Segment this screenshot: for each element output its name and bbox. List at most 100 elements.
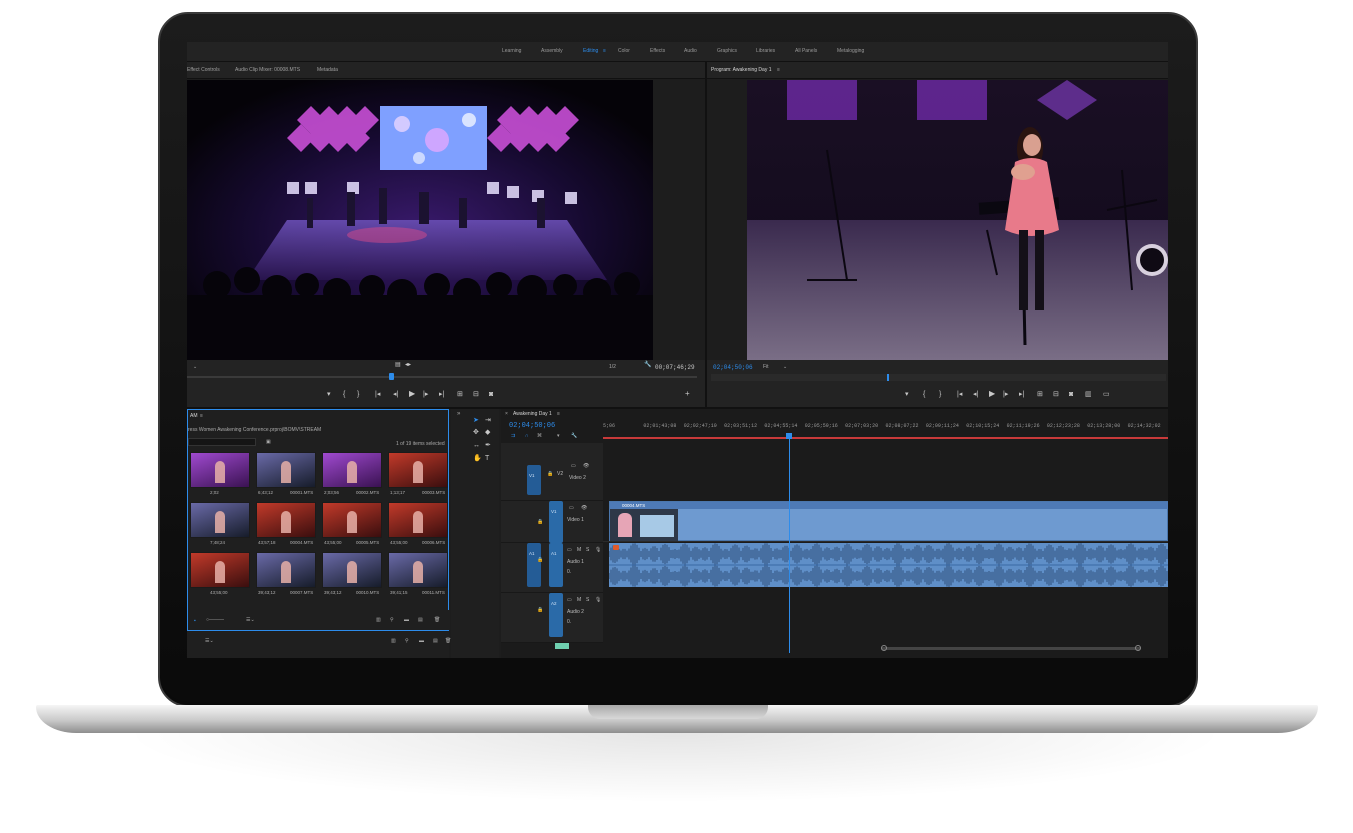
nest-icon[interactable]: ⇉ <box>511 433 515 439</box>
program-go-to-in-icon[interactable]: |◂ <box>957 391 962 398</box>
secondary-bin-icon[interactable]: ▬ <box>419 638 424 644</box>
program-mark-in-icon[interactable]: { <box>923 391 925 398</box>
work-area-bar[interactable] <box>603 437 1168 439</box>
program-marker-icon[interactable]: ▾ <box>905 391 909 398</box>
v1-eye-icon[interactable]: 👁 <box>581 505 587 511</box>
program-scrubber[interactable] <box>711 374 1166 381</box>
automate-icon[interactable]: ▥ <box>376 617 381 623</box>
track-select-tool-icon[interactable]: ⇥ <box>485 417 491 424</box>
program-settings-icon[interactable]: ▭ <box>1103 391 1110 398</box>
workspace-tab-effects[interactable]: Effects <box>650 48 665 54</box>
a2-volume-value[interactable]: 0. <box>567 619 571 625</box>
step-forward-icon[interactable]: |▸ <box>423 391 428 398</box>
play-icon[interactable]: ▶ <box>409 390 415 398</box>
program-monitor-video[interactable] <box>747 80 1168 360</box>
track-target-v1[interactable]: V1 <box>549 501 563 543</box>
v1-lock-icon[interactable]: 🔒 <box>537 519 543 525</box>
list-view-icon[interactable]: ▪ <box>194 618 196 624</box>
project-item-thumbnail[interactable] <box>190 502 250 538</box>
project-item-thumbnail[interactable] <box>322 452 382 488</box>
playhead-handle[interactable] <box>786 433 793 439</box>
lift-icon[interactable]: ⊞ <box>1037 391 1043 398</box>
project-menu-icon[interactable]: ≡ <box>200 413 203 419</box>
add-button-icon[interactable]: + <box>685 390 690 398</box>
workspace-tab-editing[interactable]: Editing <box>583 48 598 54</box>
workspace-tab-color[interactable]: Color <box>618 48 630 54</box>
insert-icon[interactable]: ⊞ <box>457 391 463 398</box>
project-item-thumbnail[interactable] <box>256 552 316 588</box>
timeline-close-icon[interactable]: × <box>505 411 508 417</box>
a2-sync-icon[interactable]: ▭ <box>567 597 572 603</box>
go-to-in-icon[interactable]: |◂ <box>375 391 380 398</box>
workspace-tab-audio[interactable]: Audio <box>684 48 697 54</box>
timeline-playhead[interactable] <box>789 433 791 653</box>
source-playhead[interactable] <box>389 373 394 380</box>
project-panel-title[interactable]: AM <box>190 413 198 419</box>
find-icon[interactable]: ⚲ <box>390 617 394 623</box>
source-settings-icon[interactable]: ▤ <box>395 362 401 368</box>
new-item-icon[interactable]: ▤ <box>418 617 423 623</box>
workspace-tab-metalogging[interactable]: Metalogging <box>837 48 864 54</box>
source-patch-a1[interactable]: A1 <box>527 543 541 587</box>
toggle-sync-icon[interactable]: ▭ <box>571 463 576 469</box>
project-item-thumbnail[interactable] <box>322 502 382 538</box>
workspace-tab-all-panels[interactable]: All Panels <box>795 48 817 54</box>
project-search-input[interactable] <box>188 438 256 446</box>
workspace-tab-graphics[interactable]: Graphics <box>717 48 737 54</box>
a1-volume-value[interactable]: 0. <box>567 569 571 575</box>
camera-icon[interactable]: ◙ <box>489 391 493 398</box>
workspace-tab-libraries[interactable]: Libraries <box>756 48 775 54</box>
a1-lock-icon[interactable]: 🔒 <box>537 557 543 563</box>
zoom-slider-icon[interactable]: ○——— <box>206 617 224 623</box>
wrench-icon[interactable]: 🔧 <box>644 362 651 368</box>
workspace-tab-learning[interactable]: Learning <box>502 48 521 54</box>
secondary-find-icon[interactable]: ⚲ <box>405 638 409 644</box>
timeline-timecode[interactable]: 02;04;50;06 <box>509 422 555 430</box>
program-camera-icon[interactable]: ◙ <box>1069 391 1073 398</box>
new-bin-icon[interactable]: ▣ <box>266 439 271 445</box>
program-fit-dropdown[interactable]: Fit <box>763 364 769 370</box>
tab-effect-controls[interactable]: Effect Controls <box>187 67 220 73</box>
project-item-thumbnail[interactable] <box>256 452 316 488</box>
project-item-thumbnail[interactable] <box>388 552 448 588</box>
project-item-thumbnail[interactable] <box>388 502 448 538</box>
bin-icon[interactable]: ▬ <box>404 617 409 623</box>
ripple-edit-tool-icon[interactable]: ✥ <box>473 429 479 436</box>
hand-tool-icon[interactable]: ✋ <box>473 455 482 462</box>
source-zoom-dropdown[interactable]: ⌄ <box>193 364 197 370</box>
tab-audio-clip-mixer[interactable]: Audio Clip Mixer: 00008.MTS <box>235 67 300 73</box>
timeline-scrollbar[interactable] <box>881 647 1141 650</box>
delete-icon[interactable]: 🗑 <box>434 617 440 623</box>
video-clip-v1[interactable]: 00004.MTS <box>609 501 1168 541</box>
project-item-thumbnail[interactable] <box>322 552 382 588</box>
project-item-thumbnail[interactable] <box>256 502 316 538</box>
tab-metadata[interactable]: Metadata <box>317 67 338 73</box>
go-to-out-icon[interactable]: ▸| <box>439 391 444 398</box>
panel-menu-icon[interactable]: ≡ <box>777 67 780 73</box>
source-monitor-video[interactable] <box>187 80 653 360</box>
step-back-icon[interactable]: ◂| <box>393 391 398 398</box>
mark-in-icon[interactable]: { <box>343 391 345 398</box>
program-playhead[interactable] <box>887 374 889 381</box>
audio-clip-a1[interactable] <box>609 543 1168 587</box>
program-mark-out-icon[interactable]: } <box>939 391 941 398</box>
pen-tool-icon[interactable]: ✒ <box>485 442 491 449</box>
track-target-a2[interactable]: A2 <box>549 593 563 637</box>
project-item-thumbnail[interactable] <box>190 552 250 588</box>
extract-icon[interactable]: ⊟ <box>1053 391 1059 398</box>
timeline-settings-icon[interactable]: 🔧 <box>571 433 577 439</box>
linked-selection-icon[interactable]: ⌘ <box>537 433 542 439</box>
compare-icon[interactable]: ▥ <box>1085 391 1092 398</box>
a2-solo-button[interactable]: S <box>586 597 589 603</box>
track-lock-icon[interactable]: 🔒 <box>547 471 553 477</box>
track-id-v2[interactable]: V2 <box>557 471 563 477</box>
razor-tool-icon[interactable]: ◆ <box>485 429 490 436</box>
mark-out-icon[interactable]: } <box>357 391 359 398</box>
a1-sync-icon[interactable]: ▭ <box>567 547 572 553</box>
tools-collapse-icon[interactable]: » <box>457 411 460 417</box>
fit-chevron-icon[interactable]: ⌄ <box>783 364 787 370</box>
timeline-sequence-tab[interactable]: Awakening Day 1 <box>513 411 552 417</box>
source-resolution[interactable]: 1/2 <box>609 364 616 370</box>
marker-icon[interactable]: ▾ <box>327 391 331 398</box>
source-patch-v1[interactable]: V1 <box>527 465 541 495</box>
